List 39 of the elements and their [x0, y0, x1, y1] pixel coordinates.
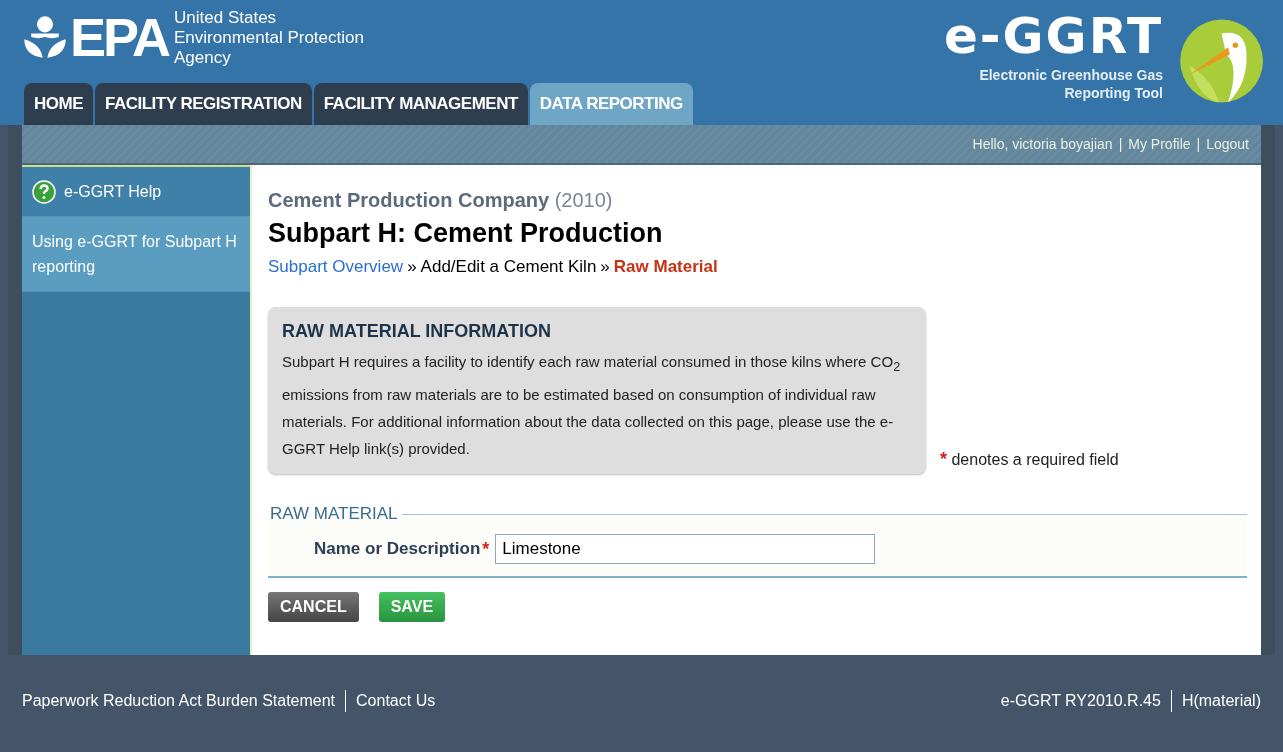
- agency-logo-mark: EPA: [70, 8, 169, 66]
- info-text: Subpart H requires a facility to identify each raw material consumed in those kilns where CO$_{2}$ emissions from raw materials are to be estimated based on consumption of individual raw materials. For additional information about the data collected on this page, please use the e-GGRT Help link(s) provided.: [282, 352, 902, 459]
- required-note: denotes a required field: [951, 451, 1119, 468]
- agency-flower-icon: [22, 14, 68, 60]
- tool-logo-name: e-GGRT: [943, 6, 1163, 66]
- name-input-field[interactable]: Limestone: [495, 534, 876, 564]
- info-title: RAW MATERIAL INFORMATION: [282, 321, 552, 342]
- version-text: H(material): [1181, 692, 1261, 710]
- user-link[interactable]: My Profile: [1128, 136, 1191, 152]
- tool-tagline: Reporting Tool: [1064, 84, 1163, 102]
- nav-tab[interactable]: HOME: [24, 83, 93, 125]
- agency-name-line: Environmental Protection: [174, 28, 364, 48]
- required-mark: *: [940, 449, 947, 469]
- company-name: Cement Production Company: [268, 189, 550, 211]
- agency-name-line: United States: [174, 8, 278, 28]
- separator-text: |: [1196, 136, 1201, 152]
- footer-link[interactable]: Contact Us: [356, 692, 436, 710]
- greeting-text: Hello, victoria boyajian: [972, 136, 1113, 152]
- help-icon: [32, 179, 56, 204]
- cancel-button[interactable]: CANCEL: [268, 592, 359, 622]
- version-text: e-GGRT RY2010.R.45: [1000, 692, 1161, 710]
- section-legend: RAW MATERIAL: [268, 504, 402, 524]
- reporting-year: (2010): [554, 189, 613, 211]
- breadcrumb-current: Raw Material: [613, 257, 718, 277]
- page-title: Subpart H: Cement Production: [268, 218, 664, 249]
- user-link[interactable]: Logout: [1206, 136, 1249, 152]
- agency-name-line: Agency: [174, 48, 232, 68]
- tool-tagline: Electronic Greenhouse Gas: [979, 66, 1163, 84]
- breadcrumb-separator: »: [407, 257, 417, 277]
- breadcrumb-item: Add/Edit a Cement Kiln: [420, 257, 597, 277]
- required-mark: *: [482, 538, 490, 560]
- nav-tab[interactable]: FACILITY MANAGEMENT: [313, 83, 528, 125]
- separator-text: |: [1118, 136, 1123, 152]
- nav-tab[interactable]: FACILITY REGISTRATION: [95, 83, 312, 125]
- footer-link[interactable]: Paperwork Reduction Act Burden Statement: [22, 692, 336, 710]
- breadcrumb-link[interactable]: Subpart Overview: [268, 257, 404, 277]
- breadcrumb-separator: »: [600, 257, 610, 277]
- help-link[interactable]: e-GGRT Help: [22, 167, 250, 217]
- field-label: Name or Description: [314, 539, 481, 559]
